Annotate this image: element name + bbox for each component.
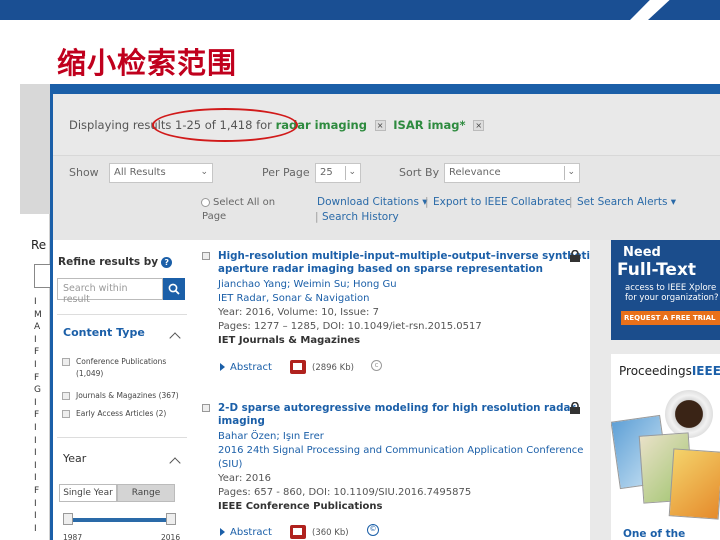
download-citations-link[interactable]: Download Citations ▾ xyxy=(317,196,428,208)
sort-by-select[interactable]: Relevance ⌄ xyxy=(444,163,580,183)
proceedings-ad[interactable]: ProceedingsIEEE One of the xyxy=(611,354,720,540)
result-1-publisher: IET Journals & Magazines xyxy=(218,335,361,346)
result-2-size: (360 Kb) xyxy=(312,528,349,538)
result-2-title[interactable]: 2-D sparse autoregressive modeling for h… xyxy=(218,402,576,415)
chevron-down-icon: ⌄ xyxy=(567,167,575,177)
per-page-label: Per Page xyxy=(262,166,310,179)
result-1-title-2[interactable]: aperture radar imaging based on sparse r… xyxy=(218,263,543,276)
chevron-down-icon: ⌄ xyxy=(348,167,356,177)
result-2-title-2[interactable]: imaging xyxy=(218,415,265,428)
result-2-checkbox[interactable] xyxy=(202,404,210,412)
coffee-cup-image xyxy=(665,390,713,438)
result-1-venue[interactable]: IET Radar, Sonar & Navigation xyxy=(218,292,370,305)
result-2-venue[interactable]: 2016 24th Signal Processing and Communic… xyxy=(218,444,583,457)
facet-early-access[interactable]: Early Access Articles (2) xyxy=(62,408,166,419)
pdf-icon[interactable] xyxy=(290,525,306,539)
select-all-label: Page xyxy=(202,211,227,222)
result-2-authors[interactable]: Bahar Özen; Işın Erer xyxy=(218,430,324,443)
show-select[interactable]: All Results ⌄ xyxy=(109,163,213,183)
result-2-venue-2[interactable]: (SIU) xyxy=(218,458,242,471)
year-from: 1987 xyxy=(63,533,83,540)
remove-term-2-icon[interactable]: × xyxy=(473,120,485,131)
year-to: 2016 xyxy=(161,533,181,540)
search-term-1: radar imaging xyxy=(275,118,367,132)
result-1-pages: Pages: 1277 – 1285, DOI: 10.1049/iet-rsn… xyxy=(218,321,482,332)
search-within-input[interactable]: Search within result xyxy=(57,278,163,305)
per-page-select[interactable]: 25 ⌄ xyxy=(315,163,361,183)
left-strip-letters: I M A I F I F G I F I I I I I F I I I xyxy=(34,297,42,534)
chevron-down-icon: ⌄ xyxy=(200,167,208,177)
search-within-button[interactable] xyxy=(163,278,185,300)
chevron-up-icon[interactable] xyxy=(169,457,181,469)
refine-sidebar: Refine results by? Search within result … xyxy=(53,240,208,540)
left-strip: Re I M A I F I F G I F I I I I I F I I I xyxy=(20,84,50,540)
copyright-icon: c xyxy=(371,360,382,371)
export-collabratec-link[interactable]: Export to IEEE Collabratec xyxy=(433,196,571,208)
search-history-link[interactable]: Search History xyxy=(322,211,399,223)
year-slider-start[interactable] xyxy=(63,513,73,525)
help-icon[interactable]: ? xyxy=(161,256,173,268)
year-slider[interactable] xyxy=(68,518,172,522)
result-1-authors[interactable]: Jianchao Yang; Weimin Su; Hong Gu xyxy=(218,278,397,291)
copyright-icon: © xyxy=(367,524,379,536)
result-2-abstract-link[interactable]: Abstract xyxy=(220,527,272,538)
lock-icon xyxy=(570,250,580,262)
left-strip-box xyxy=(34,264,50,288)
results-summary: Displaying results 1-25 of 1,418 for rad… xyxy=(69,118,488,132)
search-alerts-link[interactable]: Set Search Alerts ▾ xyxy=(577,196,676,208)
sort-by-label: Sort By xyxy=(399,166,440,179)
lock-icon xyxy=(570,402,580,414)
range-tab[interactable]: Range xyxy=(117,484,175,502)
result-1-abstract-link[interactable]: Abstract xyxy=(220,362,272,373)
search-term-2: ISAR imag* xyxy=(393,118,466,132)
full-text-ad[interactable]: Need Full-Text access to IEEE Xplore for … xyxy=(611,240,720,340)
result-2-meta: Year: 2016 xyxy=(218,473,271,484)
request-free-trial-button[interactable]: REQUEST A FREE TRIAL xyxy=(621,311,720,325)
search-icon xyxy=(168,283,180,295)
result-2-pages: Pages: 657 - 860, DOI: 10.1109/SIU.2016.… xyxy=(218,487,472,498)
facet-conference-count: (1,049) xyxy=(76,369,104,378)
pdf-icon[interactable] xyxy=(290,360,306,374)
blue-header-bar xyxy=(50,84,720,94)
result-1-title[interactable]: High-resolution multiple-input–multiple-… xyxy=(218,250,596,263)
magazine-cover xyxy=(668,448,720,520)
result-1-size: (2896 Kb) xyxy=(312,363,354,373)
result-2-publisher: IEEE Conference Publications xyxy=(218,501,383,512)
single-year-tab[interactable]: Single Year xyxy=(59,484,117,502)
slide-title: 缩小检索范围 xyxy=(57,46,238,80)
facet-journals[interactable]: Journals & Magazines (367) xyxy=(62,390,179,401)
remove-term-1-icon[interactable]: × xyxy=(374,120,386,131)
left-strip-heading: Re xyxy=(31,238,47,252)
select-all-checkbox[interactable]: Select All on xyxy=(201,197,275,208)
result-1-checkbox[interactable] xyxy=(202,252,210,260)
results-controls: Show All Results ⌄ Per Page 25 ⌄ Sort By R… xyxy=(53,156,720,240)
year-heading[interactable]: Year xyxy=(63,452,86,465)
show-label: Show xyxy=(69,166,99,179)
facet-conference[interactable]: Conference Publications xyxy=(62,356,166,367)
year-slider-end[interactable] xyxy=(166,513,176,525)
content-type-heading[interactable]: Content Type xyxy=(63,326,145,339)
chevron-up-icon[interactable] xyxy=(169,332,181,344)
slide-top-bar xyxy=(0,0,720,20)
refine-heading: Refine results by? xyxy=(58,256,173,268)
result-1-meta: Year: 2016, Volume: 10, Issue: 7 xyxy=(218,307,379,318)
results-summary-bar: Displaying results 1-25 of 1,418 for rad… xyxy=(53,94,720,156)
